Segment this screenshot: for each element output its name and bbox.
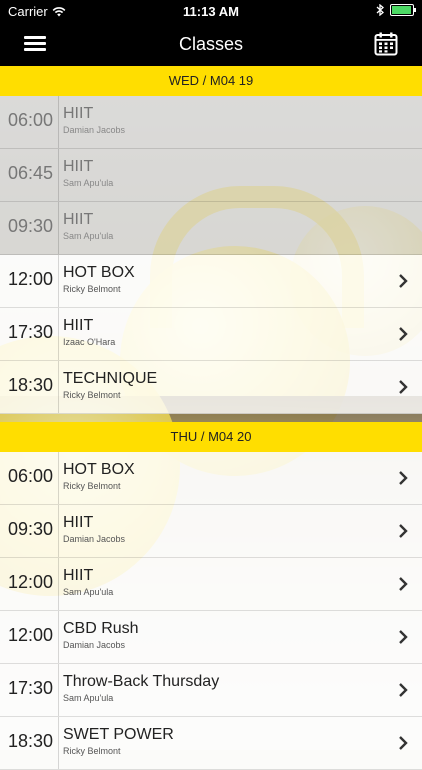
class-name: HIIT <box>63 514 94 531</box>
status-bar: Carrier 11:13 AM <box>0 0 422 22</box>
row-divider <box>58 452 59 504</box>
coach-name: Sam Apu'ula <box>63 178 114 188</box>
class-name: HIIT <box>63 211 94 228</box>
chevron-right-icon <box>399 327 408 341</box>
coach-name: Sam Apu'ula <box>63 693 114 703</box>
class-name: CBD Rush <box>63 620 139 637</box>
status-time: 11:13 AM <box>183 4 239 19</box>
calendar-icon[interactable] <box>374 32 398 56</box>
row-divider <box>58 96 59 148</box>
page-title: Classes <box>178 34 244 54</box>
class-time: 06:00 <box>8 110 54 130</box>
chevron-right-icon <box>399 630 408 644</box>
row-divider <box>58 255 59 307</box>
class-time: 17:30 <box>8 678 54 698</box>
status-right <box>376 4 416 16</box>
class-row[interactable]: 06:45 HIIT Sam Apu'ula <box>0 149 422 202</box>
coach-name: Sam Apu'ula <box>63 587 114 597</box>
coach-name: Damian Jacobs <box>63 534 126 544</box>
coach-name: Damian Jacobs <box>63 640 126 650</box>
row-divider <box>58 505 59 557</box>
class-time: 09:30 <box>8 216 54 236</box>
class-time: 06:00 <box>8 466 54 486</box>
row-divider <box>58 664 59 716</box>
class-time: 12:00 <box>8 625 54 645</box>
class-row[interactable]: 09:30 HIIT Sam Apu'ula <box>0 202 422 255</box>
row-divider <box>58 308 59 360</box>
chevron-right-icon <box>399 577 408 591</box>
class-row[interactable]: 18:30 SWET POWER Ricky Belmont <box>0 717 422 770</box>
class-time: 18:30 <box>8 731 54 751</box>
class-name: HIIT <box>63 158 94 175</box>
class-row[interactable]: 06:00 HOT BOX Ricky Belmont <box>0 452 422 505</box>
coach-name: Ricky Belmont <box>63 284 121 294</box>
chevron-right-icon <box>399 736 408 750</box>
chevron-right-icon <box>399 380 408 394</box>
chevron-right-icon <box>399 471 408 485</box>
class-row[interactable]: 06:00 HIIT Damian Jacobs <box>0 96 422 149</box>
class-row[interactable]: 12:00 CBD Rush Damian Jacobs <box>0 611 422 664</box>
row-divider <box>58 202 59 254</box>
chevron-right-icon <box>399 274 408 288</box>
navigation-bar: Classes <box>0 22 422 66</box>
class-row[interactable]: 12:00 HIIT Sam Apu'ula <box>0 558 422 611</box>
class-row[interactable]: 17:30 HIIT Izaac O'Hara <box>0 308 422 361</box>
day-header: WED / M04 19 <box>0 66 422 96</box>
row-divider <box>58 361 59 413</box>
class-time: 18:30 <box>8 375 54 395</box>
row-divider <box>58 149 59 201</box>
class-row[interactable]: 18:30 TECHNIQUE Ricky Belmont <box>0 361 422 414</box>
coach-name: Ricky Belmont <box>63 746 121 756</box>
chevron-right-icon <box>399 524 408 538</box>
class-time: 12:00 <box>8 269 54 289</box>
class-name: HIIT <box>63 105 94 122</box>
row-divider <box>58 611 59 663</box>
class-name: HIIT <box>63 567 94 584</box>
coach-name: Izaac O'Hara <box>63 337 116 347</box>
coach-name: Ricky Belmont <box>63 481 121 491</box>
coach-name: Ricky Belmont <box>63 390 121 400</box>
row-divider <box>58 717 59 769</box>
row-divider <box>58 558 59 610</box>
day-header: THU / M04 20 <box>0 422 422 452</box>
class-time: 12:00 <box>8 572 54 592</box>
class-name: TECHNIQUE <box>63 370 158 387</box>
class-time: 17:30 <box>8 322 54 342</box>
bluetooth-icon <box>376 4 384 16</box>
class-row[interactable]: 09:30 HIIT Damian Jacobs <box>0 505 422 558</box>
chevron-right-icon <box>399 683 408 697</box>
class-name: HOT BOX <box>63 461 135 478</box>
class-name: SWET POWER <box>63 726 174 743</box>
class-row[interactable]: 12:00 HOT BOX Ricky Belmont <box>0 255 422 308</box>
battery-icon <box>390 4 416 16</box>
class-name: Throw-Back Thursday <box>63 673 220 690</box>
class-name: HOT BOX <box>63 264 135 281</box>
class-row[interactable]: 17:30 Throw-Back Thursday Sam Apu'ula <box>0 664 422 717</box>
coach-name: Damian Jacobs <box>63 125 126 135</box>
coach-name: Sam Apu'ula <box>63 231 114 241</box>
class-time: 09:30 <box>8 519 54 539</box>
class-time: 06:45 <box>8 163 54 183</box>
class-name: HIIT <box>63 317 94 334</box>
